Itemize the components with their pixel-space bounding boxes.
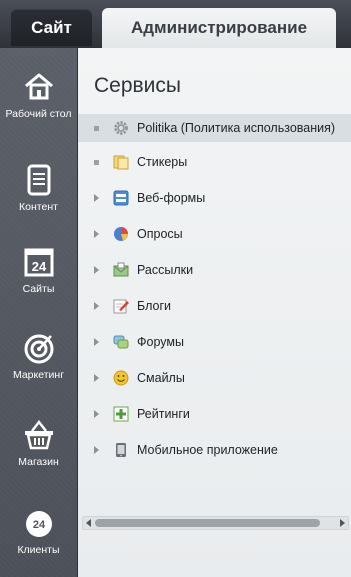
mobile-icon	[112, 442, 130, 458]
scroll-left-icon[interactable]	[86, 519, 91, 527]
scrollbar-thumb[interactable]	[95, 519, 320, 527]
sidebar-item-label: Клиенты	[17, 544, 60, 556]
calendar-24-icon: 24	[24, 248, 53, 277]
basket-icon	[24, 419, 53, 450]
sticker-icon	[112, 154, 130, 170]
tree-item-mailing[interactable]: Рассылки	[78, 256, 351, 284]
page-title: Сервисы	[94, 74, 182, 97]
tree-expand-arrow	[78, 230, 112, 238]
sidebar-item-shop[interactable]: Магазин	[0, 418, 77, 468]
tree-item-smileys[interactable]: Смайлы	[78, 364, 351, 392]
tree-item-label: Смайлы	[137, 371, 185, 385]
tree-item-label: Мобильное приложение	[137, 443, 278, 457]
top-tab-bar: Сайт Администрирование	[0, 0, 351, 48]
tree-expand-arrow	[78, 266, 112, 274]
webform-icon	[112, 190, 130, 206]
tree-item-ratings[interactable]: Рейтинги	[78, 400, 351, 428]
sidebar-item-label: Контент	[19, 201, 58, 213]
tree-expand-arrow	[78, 338, 112, 346]
services-panel: Сервисы Politika (Политика использования…	[78, 48, 351, 577]
tree-expand-arrow	[78, 374, 112, 382]
gear-icon	[112, 120, 130, 136]
tree-bullet	[78, 125, 112, 131]
clients-badge-text: 24	[32, 519, 45, 531]
tree-item-politika[interactable]: Politika (Политика использования)	[78, 114, 351, 142]
tree-item-blogs[interactable]: Блоги	[78, 292, 351, 320]
sidebar-item-desktop[interactable]: Рабочий стол	[0, 70, 77, 120]
sidebar-item-sites[interactable]: 24 Сайты	[0, 245, 77, 295]
sidebar-item-label: Магазин	[18, 456, 59, 468]
document-icon	[27, 164, 50, 196]
tree-item-label: Опросы	[137, 227, 183, 241]
smiley-icon	[112, 370, 130, 386]
tree-item-mobile-app[interactable]: Мобильное приложение	[78, 436, 351, 464]
tree-item-forums[interactable]: Форумы	[78, 328, 351, 356]
tree-item-stickers[interactable]: Стикеры	[78, 148, 351, 176]
left-sidebar: Рабочий стол Контент 24 Сайты Маркетинг	[0, 48, 78, 577]
sidebar-item-marketing[interactable]: Маркетинг	[0, 331, 77, 381]
blog-icon	[112, 298, 130, 314]
tree-item-label: Рейтинги	[137, 407, 190, 421]
tree-item-label: Politika (Политика использования)	[137, 121, 336, 135]
poll-pie-icon	[112, 226, 130, 242]
tree-expand-arrow	[78, 410, 112, 418]
tree-expand-arrow	[78, 302, 112, 310]
calendar-day-text: 24	[31, 259, 46, 274]
horizontal-scrollbar[interactable]	[82, 516, 349, 530]
tree-item-webforms[interactable]: Веб-формы	[78, 184, 351, 212]
sidebar-item-label: Маркетинг	[12, 369, 65, 381]
tree-item-label: Стикеры	[137, 155, 188, 169]
tree-item-label: Рассылки	[137, 263, 194, 277]
clients-24-icon: 24	[25, 511, 52, 537]
tree-item-polls[interactable]: Опросы	[78, 220, 351, 248]
sidebar-item-clients[interactable]: 24 Клиенты	[0, 506, 77, 556]
rating-icon	[112, 406, 130, 422]
home-icon	[24, 73, 53, 100]
tab-administration[interactable]: Администрирование	[102, 8, 336, 48]
tree-item-label: Форумы	[137, 335, 184, 349]
sidebar-item-label: Рабочий стол	[5, 108, 72, 120]
tree-expand-arrow	[78, 194, 112, 202]
sidebar-item-label: Сайты	[22, 283, 55, 295]
tree-bullet	[78, 159, 112, 165]
sidebar-item-content[interactable]: Контент	[0, 163, 77, 213]
mail-icon	[112, 262, 130, 278]
scroll-right-icon[interactable]	[340, 519, 345, 527]
tab-site[interactable]: Сайт	[11, 9, 92, 46]
tree-item-label: Веб-формы	[137, 191, 206, 205]
target-icon	[24, 334, 53, 364]
tree-item-label: Блоги	[137, 299, 171, 313]
tree-expand-arrow	[78, 446, 112, 454]
forum-icon	[112, 334, 130, 350]
